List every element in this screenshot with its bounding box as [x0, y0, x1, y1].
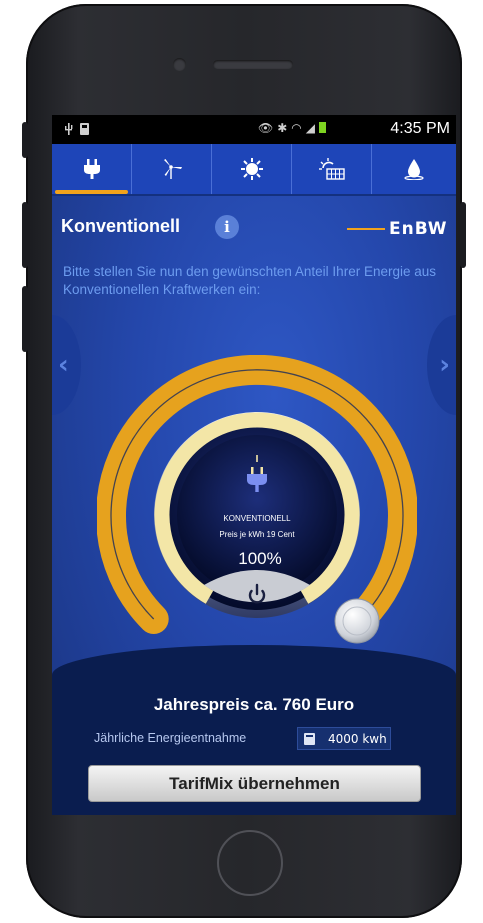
earpiece-speaker: [213, 60, 293, 69]
eye-icon: 👁: [258, 121, 278, 135]
calculator-icon: [304, 733, 315, 745]
bluetooth-icon: ✱: [277, 121, 292, 135]
tab-solar[interactable]: [212, 144, 292, 194]
logo-text: EnBW: [389, 219, 448, 239]
apply-tariff-mix-button[interactable]: TarifMix übernehmen: [88, 765, 421, 802]
tab-wind[interactable]: [132, 144, 212, 194]
battery-icon: [319, 122, 327, 133]
gauge-percent: 100%: [238, 549, 281, 568]
mute-switch: [22, 122, 28, 158]
volume-up-button: [22, 202, 28, 268]
tab-water[interactable]: [372, 144, 456, 194]
sun-icon: [240, 158, 263, 180]
page-title: Konventionell: [61, 216, 181, 236]
yearly-price: Jahrespreis ca. 760 Euro: [153, 695, 355, 714]
chevron-right-icon: ›: [439, 350, 450, 380]
info-icon[interactable]: i: [215, 215, 239, 239]
wifi-icon: ◠: [291, 121, 306, 135]
app-screen: 👁✱◠◢ 4:35 PM Konventionell i EnBW Bitte …: [52, 115, 456, 815]
plug-icon: [83, 159, 100, 179]
signal-icon: ◢: [305, 121, 320, 135]
logo-line: [347, 228, 385, 230]
status-time: 4:35 PM: [390, 120, 450, 137]
energy-usage-label: Jährliche Energieentnahme: [94, 731, 247, 745]
energy-tab-bar: [52, 144, 456, 196]
chevron-left-icon: ‹: [58, 350, 69, 380]
home-button[interactable]: [217, 830, 283, 896]
water-drop-icon: [404, 159, 424, 180]
energy-usage-value: 4000 kwh: [328, 732, 387, 746]
gauge-slider-knob[interactable]: [334, 598, 380, 644]
gauge-price-line: Preis je kWh 19 Cent: [219, 530, 295, 539]
usb-icon: [64, 121, 92, 141]
tab-photovoltaic[interactable]: [292, 144, 372, 194]
volume-down-button: [22, 286, 28, 352]
solar-panel-icon: [318, 158, 345, 180]
share-gauge: KONVENTIONELL Preis je kWh 19 Cent 100%: [97, 355, 417, 644]
tab-conventional[interactable]: [52, 144, 132, 194]
front-camera: [173, 58, 186, 71]
gauge-label: KONVENTIONELL: [223, 514, 291, 523]
enbw-logo: EnBW: [347, 219, 449, 239]
status-icons: 👁✱◠◢: [258, 121, 327, 135]
energy-usage-field[interactable]: 4000 kwh: [297, 727, 391, 750]
power-button: [460, 202, 466, 268]
wind-turbine-icon: [163, 159, 182, 179]
instruction-text: Bitte stellen Sie nun den gewünschten An…: [63, 264, 436, 297]
status-bar: 👁✱◠◢ 4:35 PM: [52, 115, 456, 144]
